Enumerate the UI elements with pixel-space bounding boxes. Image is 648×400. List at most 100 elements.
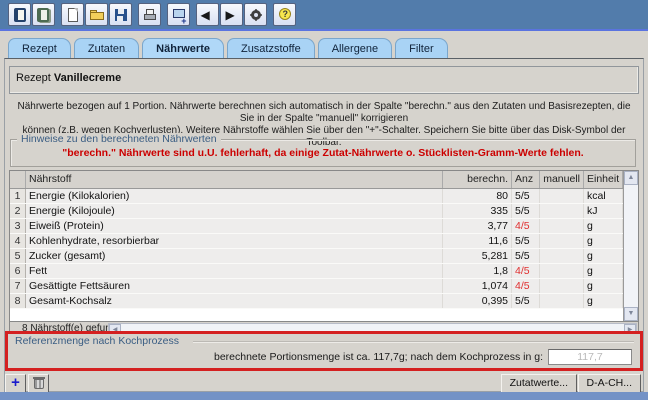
table-row[interactable]: 2Energie (Kilojoule)3355/5kJ <box>10 204 623 219</box>
table-row[interactable]: 8Gesamt-Kochsalz0,3955/5g <box>10 294 623 309</box>
cell-ein: g <box>584 294 623 308</box>
books-icon <box>36 7 52 23</box>
previous-button[interactable] <box>196 3 219 26</box>
header-berechn: berechn. <box>443 171 512 188</box>
dach-button[interactable]: D-A-CH... <box>578 374 642 393</box>
cell-num: 7 <box>10 279 26 293</box>
save-button[interactable] <box>109 3 132 26</box>
toolbar <box>0 0 648 31</box>
cell-anz: 4/5 <box>512 264 540 278</box>
reference-title: Referenzmenge nach Kochprozess <box>15 335 179 347</box>
table-row[interactable]: 7Gesättigte Fettsäuren1,0744/5g <box>10 279 623 294</box>
cell-man <box>540 219 584 233</box>
monitor-plus-icon <box>171 7 187 23</box>
open-folder-icon <box>89 7 105 23</box>
vertical-scrollbar[interactable]: ▲ ▼ <box>623 171 638 321</box>
cell-anz: 5/5 <box>512 234 540 248</box>
tab-zutaten[interactable]: Zutaten <box>74 38 139 59</box>
cell-man <box>540 234 584 248</box>
cell-anz: 5/5 <box>512 249 540 263</box>
cell-num: 8 <box>10 294 26 308</box>
scroll-down-button[interactable]: ▼ <box>624 307 638 321</box>
new-button[interactable] <box>61 3 84 26</box>
cell-ein: g <box>584 249 623 263</box>
zutatwerte-button[interactable]: Zutatwerte... <box>501 374 577 393</box>
scroll-up-button[interactable]: ▲ <box>624 171 638 185</box>
cell-name: Kohlenhydrate, resorbierbar <box>26 234 443 248</box>
arrow-left-icon <box>200 7 216 23</box>
cell-man <box>540 264 584 278</box>
settings-button[interactable] <box>244 3 267 26</box>
header-anz: Anz <box>512 171 540 188</box>
header-manuell: manuell <box>540 171 584 188</box>
tab-zusatzstoffe[interactable]: Zusatzstoffe <box>227 38 315 59</box>
table-body: 1Energie (Kilokalorien)805/5kcal2Energie… <box>10 189 623 309</box>
hinweise-title: Hinweise zu den berechneten Nährwerten <box>17 133 221 145</box>
print-button[interactable] <box>138 3 161 26</box>
recipe-name: Vanillecreme <box>54 72 121 84</box>
print-preview-button[interactable] <box>167 3 190 26</box>
cell-num: 5 <box>10 249 26 263</box>
window-bottom-strip <box>0 392 648 400</box>
cell-ber: 1,074 <box>443 279 512 293</box>
table-header: Nährstoff berechn. Anz manuell Einheit <box>10 171 623 189</box>
add-nutrient-button[interactable]: + <box>5 374 26 393</box>
recipe-books-button[interactable] <box>32 3 55 26</box>
arrow-right-icon <box>224 7 240 23</box>
cell-anz: 4/5 <box>512 279 540 293</box>
new-document-icon <box>65 7 81 23</box>
tab-filter[interactable]: Filter <box>395 38 447 59</box>
table-row[interactable]: 6Fett1,84/5g <box>10 264 623 279</box>
delete-nutrient-button[interactable] <box>28 374 49 393</box>
cell-ein: g <box>584 279 623 293</box>
cell-ber: 80 <box>443 189 512 203</box>
recipe-book-button[interactable] <box>8 3 31 26</box>
table-row[interactable]: 3Eiweiß (Protein)3,774/5 g <box>10 219 623 234</box>
cell-anz: 5/5 <box>512 204 540 218</box>
table-row[interactable]: 1Energie (Kilokalorien)805/5kcal <box>10 189 623 204</box>
cell-ber: 5,281 <box>443 249 512 263</box>
table-row[interactable]: 5Zucker (gesamt)5,2815/5 g <box>10 249 623 264</box>
recipe-book-icon <box>12 7 28 23</box>
tab-naehrwerte[interactable]: Nährwerte <box>142 38 224 59</box>
open-button[interactable] <box>85 3 108 26</box>
cell-ber: 11,6 <box>443 234 512 248</box>
tab-rezept[interactable]: Rezept <box>8 38 71 59</box>
cell-ein: kcal <box>584 189 623 203</box>
recipe-app-window: RezeptZutatenNährwerteZusatzstoffeAllerg… <box>0 0 648 400</box>
printer-icon <box>142 7 158 23</box>
cell-ein: g <box>584 219 623 233</box>
cell-man <box>540 249 584 263</box>
nutrient-table: Nährstoff berechn. Anz manuell Einheit 1… <box>9 170 639 322</box>
cell-name: Eiweiß (Protein) <box>26 219 443 233</box>
cell-name: Zucker (gesamt) <box>26 249 443 263</box>
recipe-label: Rezept <box>16 72 51 84</box>
hinweise-groupbox: Hinweise zu den berechneten Nährwerten "… <box>10 139 636 167</box>
cell-ber: 335 <box>443 204 512 218</box>
cell-ber: 3,77 <box>443 219 512 233</box>
cell-ein: g <box>584 234 623 248</box>
help-button[interactable] <box>273 3 296 26</box>
recipe-title-panel: Rezept Vanillecreme <box>9 66 639 94</box>
cell-ber: 1,8 <box>443 264 512 278</box>
tab-allergene[interactable]: Allergene <box>318 38 392 59</box>
cell-anz: 5/5 <box>512 189 540 203</box>
help-icon <box>277 7 293 23</box>
reference-groupbox: Referenzmenge nach Kochprozess berechnet… <box>5 331 643 371</box>
cell-ein: kJ <box>584 204 623 218</box>
portion-input[interactable] <box>548 349 632 365</box>
cell-num: 2 <box>10 204 26 218</box>
cell-man <box>540 294 584 308</box>
info-line-1: Nährwerte bezogen auf 1 Portion. Nährwer… <box>12 101 636 125</box>
next-button[interactable] <box>220 3 243 26</box>
gear-icon <box>248 7 264 23</box>
save-floppy-icon <box>113 7 129 23</box>
cell-num: 3 <box>10 219 26 233</box>
warning-text: "berechn." Nährwerte sind u.U. fehlerhaf… <box>11 147 635 159</box>
cell-anz: 4/5 <box>512 219 540 233</box>
table-row[interactable]: 4Kohlenhydrate, resorbierbar11,65/5 g <box>10 234 623 249</box>
cell-num: 4 <box>10 234 26 248</box>
cell-anz: 5/5 <box>512 294 540 308</box>
header-row-number <box>10 171 26 188</box>
header-einheit: Einheit <box>584 171 623 188</box>
